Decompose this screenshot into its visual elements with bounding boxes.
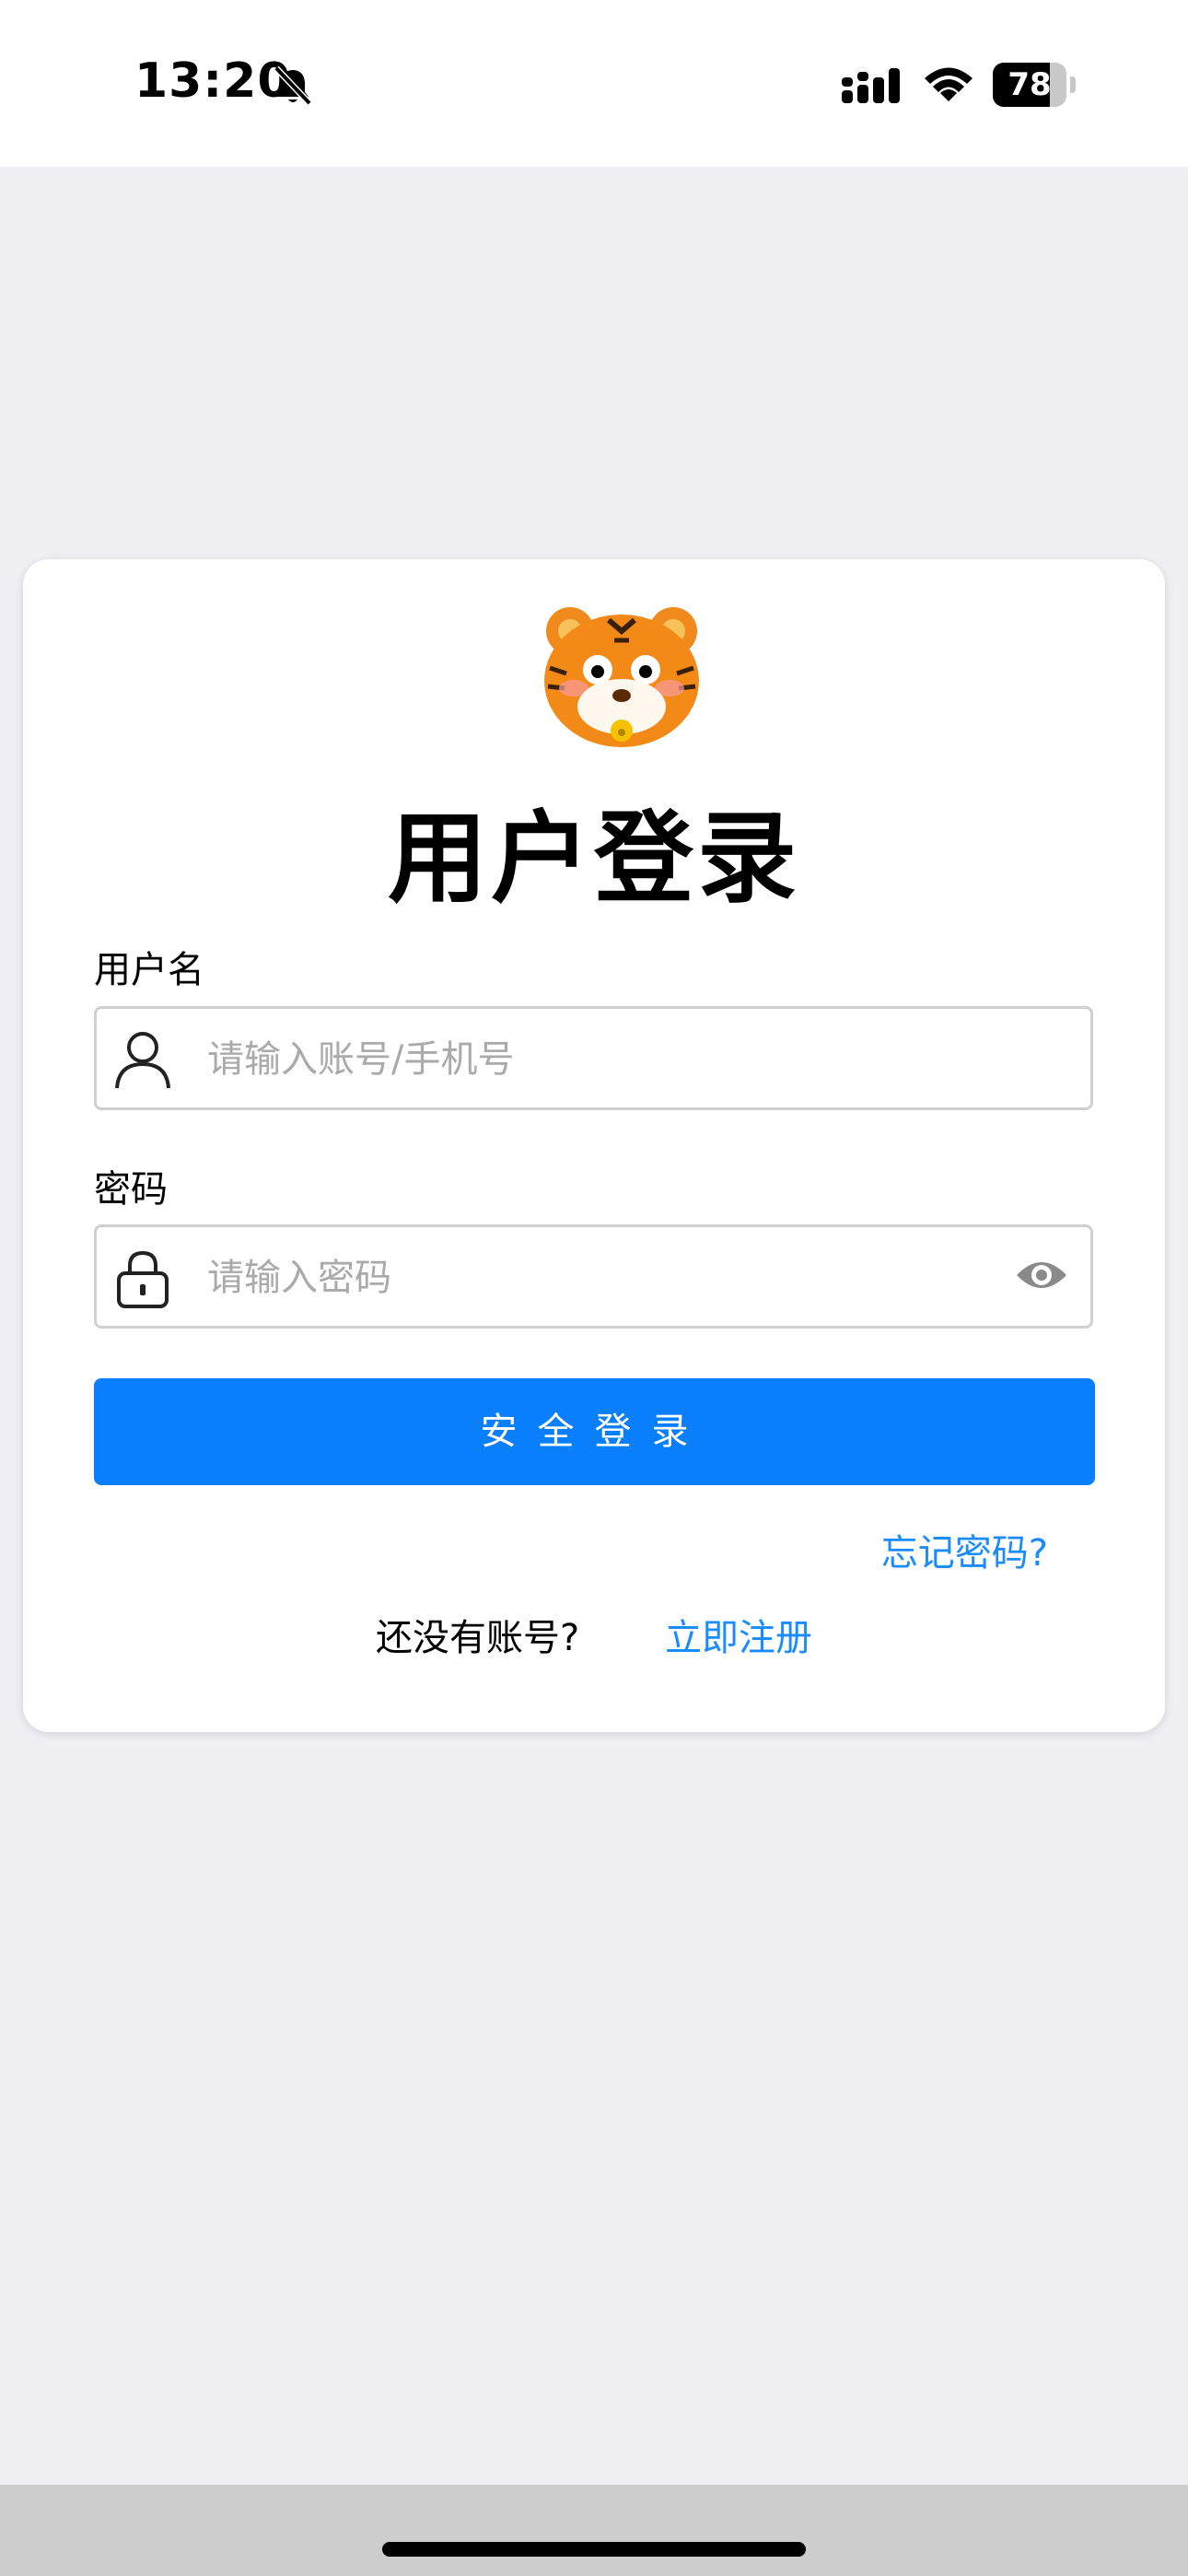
battery-tip: [1070, 76, 1076, 93]
register-link[interactable]: 立即注册: [665, 1617, 812, 1659]
status-bar: 13:20 78: [0, 0, 1188, 167]
login-button[interactable]: 安全登录: [94, 1378, 1095, 1485]
battery-indicator: 78: [993, 63, 1077, 107]
register-row: 还没有账号? 立即注册: [23, 1608, 1165, 1661]
password-label: 密码: [94, 1168, 168, 1211]
eye-icon[interactable]: [1015, 1257, 1068, 1294]
page-title: 用户登录: [387, 802, 800, 917]
wifi-icon: [925, 67, 973, 101]
password-input[interactable]: [205, 1227, 946, 1328]
lock-icon: [117, 1250, 169, 1308]
forgot-password-link[interactable]: 忘记密码?: [881, 1523, 1048, 1576]
home-indicator[interactable]: [382, 2542, 806, 2557]
battery-body: 78: [993, 63, 1066, 107]
signal-icon: [842, 68, 900, 103]
tiger-mascot-icon: [544, 607, 699, 747]
battery-level: 78: [1007, 66, 1052, 103]
user-icon: [115, 1032, 170, 1089]
no-account-text: 还没有账号?: [376, 1617, 580, 1659]
login-card: 用户登录 用户名 密码 安全登录 忘记密码? 还没有账号? 立即注册: [23, 559, 1165, 1732]
username-field[interactable]: [94, 1006, 1093, 1110]
username-input[interactable]: [205, 1009, 946, 1109]
username-label: 用户名: [94, 949, 204, 991]
bell-slash-icon: [274, 65, 312, 106]
home-bar: [0, 2485, 1188, 2576]
status-time: 13:20: [134, 53, 292, 109]
password-field[interactable]: [94, 1224, 1093, 1329]
